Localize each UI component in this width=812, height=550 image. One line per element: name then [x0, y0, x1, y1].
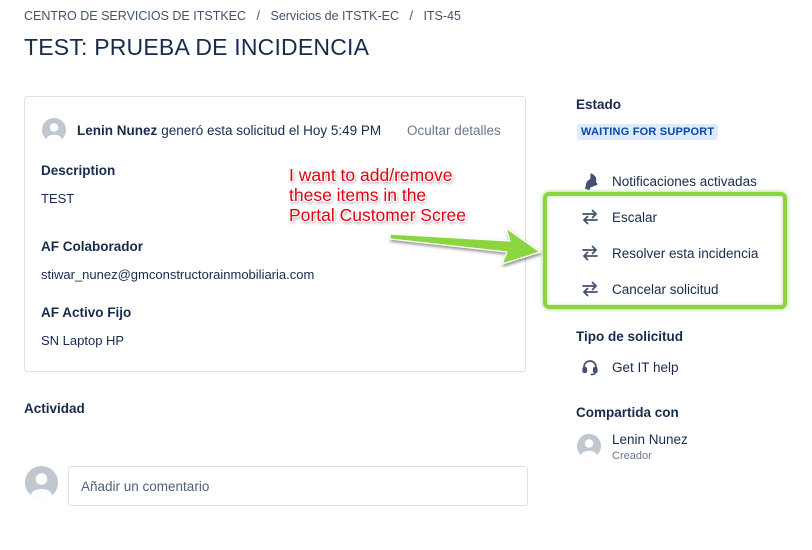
breadcrumb: CENTRO DE SERVICIOS DE ITSTKEC / Servici…	[24, 9, 461, 23]
shared-user-role: Creador	[612, 450, 652, 462]
hide-details-link[interactable]: Ocultar detalles	[407, 123, 501, 138]
breadcrumb-link-service-center[interactable]: CENTRO DE SERVICIOS DE ITSTKEC	[24, 9, 246, 23]
shared-with-heading: Compartida con	[576, 405, 679, 420]
breadcrumb-link-services[interactable]: Servicios de ITSTK-EC	[270, 9, 399, 23]
breadcrumb-separator: /	[409, 9, 413, 23]
request-created-text: generó esta solicitud el Hoy 5:49 PM	[161, 122, 382, 138]
breadcrumb-separator: /	[256, 9, 260, 23]
annotation-line: I want to add/remove	[289, 165, 453, 185]
notifications-toggle[interactable]: Notificaciones activadas	[580, 170, 757, 192]
request-header: Lenin Nunez generó esta solicitud el Hoy…	[42, 117, 381, 143]
request-type-heading: Tipo de solicitud	[576, 329, 684, 344]
field-label-fixed-asset: AF Activo Fijo	[41, 305, 132, 320]
comment-input[interactable]	[68, 466, 528, 506]
annotation-line: these items in the	[289, 185, 427, 205]
field-value-collaborator: stiwar_nunez@gmconstructorainmobiliaria.…	[41, 267, 315, 282]
field-value-description: TEST	[41, 191, 75, 206]
avatar	[42, 118, 66, 142]
annotation-note: I want to add/remove these items in the …	[289, 165, 466, 225]
user-icon	[42, 118, 66, 142]
page-title: TEST: PRUEBA DE INCIDENCIA	[24, 34, 370, 60]
user-icon	[577, 434, 601, 458]
field-value-fixed-asset: SN Laptop HP	[41, 333, 125, 348]
field-label-collaborator: AF Colaborador	[41, 239, 144, 254]
request-type-item: Get IT help	[580, 356, 679, 378]
notification-bell-icon	[580, 171, 600, 191]
breadcrumb-link-issue[interactable]: ITS-45	[423, 9, 461, 23]
user-icon	[25, 466, 58, 499]
status-heading: Estado	[576, 97, 622, 112]
avatar	[25, 466, 58, 499]
notifications-label: Notificaciones activadas	[612, 173, 757, 189]
field-label-description: Description	[41, 163, 116, 178]
author-name[interactable]: Lenin Nunez	[77, 123, 157, 138]
request-type-label: Get IT help	[612, 359, 679, 375]
shared-user-name: Lenin Nunez	[612, 432, 688, 447]
activity-heading: Actividad	[24, 401, 85, 416]
annotation-arrow-icon	[389, 227, 541, 265]
annotation-highlight-box	[543, 192, 787, 309]
headset-icon	[580, 357, 600, 377]
avatar	[577, 434, 601, 458]
status-badge: WAITING FOR SUPPORT	[577, 124, 719, 140]
